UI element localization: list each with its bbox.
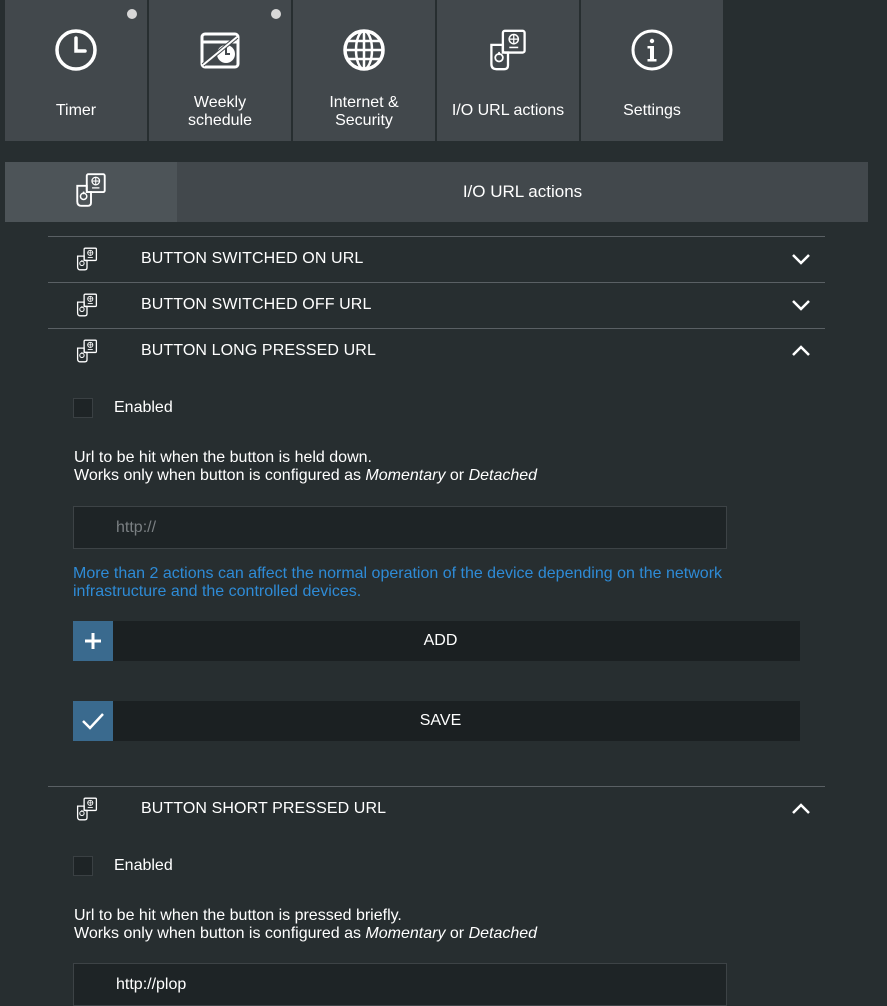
chevron-up-icon[interactable]	[789, 345, 813, 357]
globe-icon	[340, 26, 388, 74]
io-url-actions-icon	[74, 338, 100, 364]
chevron-down-icon[interactable]	[789, 299, 813, 311]
section-header: I/O URL actions	[5, 162, 868, 222]
accordion-button-short-pressed[interactable]: BUTTON SHORT PRESSED URL	[48, 786, 825, 831]
save-button[interactable]: SAVE	[73, 701, 800, 741]
accordion-label: BUTTON SHORT PRESSED URL	[141, 800, 387, 817]
accordion-button-switched-off[interactable]: BUTTON SWITCHED OFF URL	[48, 282, 825, 327]
short-press-description: Url to be hit when the button is pressed…	[74, 907, 537, 943]
accordion-button-long-pressed[interactable]: BUTTON LONG PRESSED URL	[48, 328, 825, 373]
nav-tile-io-url-actions[interactable]: I/O URL actions	[437, 0, 579, 141]
enabled-checkbox[interactable]	[73, 398, 93, 418]
checkmark-icon	[73, 701, 113, 741]
nav-tile-label: Timer	[55, 102, 97, 119]
add-button[interactable]: ADD	[73, 621, 800, 661]
add-button-label: ADD	[423, 632, 458, 649]
long-press-url-input[interactable]	[73, 506, 727, 549]
nav-tile-timer[interactable]: Timer	[5, 0, 147, 141]
notification-dot	[127, 9, 137, 19]
description-line: Works only when button is configured as …	[74, 925, 538, 942]
accordion-label: BUTTON LONG PRESSED URL	[141, 342, 376, 359]
warning-message: More than 2 actions can affect the norma…	[73, 565, 723, 600]
top-navigation: Timer Weekly schedule Internet & Securit…	[5, 0, 725, 141]
nav-tile-internet-security[interactable]: Internet & Security	[293, 0, 435, 141]
enabled-label: Enabled	[114, 857, 173, 874]
clock-icon	[52, 26, 100, 74]
long-press-description: Url to be hit when the button is held do…	[74, 449, 537, 485]
nav-tile-label: Internet & Security	[329, 94, 399, 129]
section-icon-cell	[5, 162, 177, 222]
enabled-checkbox-row[interactable]: Enabled	[73, 856, 173, 876]
io-url-actions-icon	[74, 292, 100, 318]
enabled-checkbox-row[interactable]: Enabled	[73, 398, 173, 418]
io-url-actions-icon	[72, 171, 110, 214]
description-line: Works only when button is configured as …	[74, 467, 538, 484]
accordion-label: BUTTON SWITCHED OFF URL	[141, 296, 372, 313]
plus-icon	[73, 621, 113, 661]
weekly-schedule-icon	[196, 26, 244, 74]
io-url-actions-icon	[74, 796, 100, 822]
io-url-actions-icon	[484, 26, 532, 74]
info-icon	[628, 26, 676, 74]
enabled-checkbox[interactable]	[73, 856, 93, 876]
description-line: Url to be hit when the button is pressed…	[74, 907, 402, 924]
nav-tile-label: Settings	[623, 102, 681, 119]
enabled-label: Enabled	[114, 399, 173, 416]
accordion-button-switched-on[interactable]: BUTTON SWITCHED ON URL	[48, 236, 825, 281]
notification-dot	[271, 9, 281, 19]
section-title: I/O URL actions	[462, 182, 583, 201]
nav-tile-weekly-schedule[interactable]: Weekly schedule	[149, 0, 291, 141]
io-url-actions-icon	[74, 246, 100, 272]
nav-tile-settings[interactable]: Settings	[581, 0, 723, 141]
nav-tile-label: I/O URL actions	[451, 102, 565, 119]
save-button-label: SAVE	[419, 712, 462, 729]
chevron-up-icon[interactable]	[789, 803, 813, 815]
accordion-label: BUTTON SWITCHED ON URL	[141, 250, 364, 267]
description-line: Url to be hit when the button is held do…	[74, 449, 372, 466]
chevron-down-icon[interactable]	[789, 253, 813, 265]
short-press-url-input[interactable]	[73, 963, 727, 1006]
nav-tile-label: Weekly schedule	[187, 94, 253, 129]
